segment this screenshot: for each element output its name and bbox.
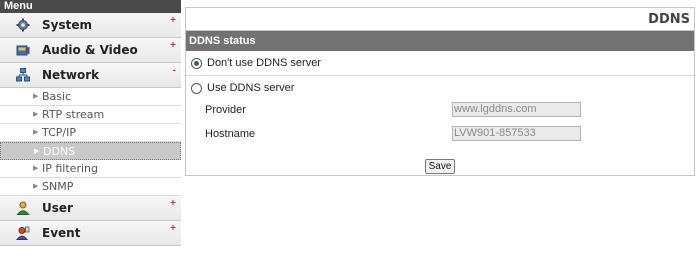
menu-label: Event	[42, 226, 81, 240]
arrow-right-icon: ▶	[33, 111, 39, 118]
submenu-label: DDNS	[43, 145, 76, 158]
submenu-item-rtp-stream[interactable]: ▶ RTP stream	[0, 106, 181, 124]
hostname-row: Hostname LVW901-857533	[186, 123, 694, 145]
radio-dont-use-ddns[interactable]	[191, 58, 202, 69]
hostname-label: Hostname	[205, 128, 256, 140]
option-row-enable: Use DDNS server	[186, 77, 694, 99]
arrow-right-icon: ▶	[33, 183, 39, 190]
menu-item-event[interactable]: Event +	[0, 221, 181, 246]
menu-label: Network	[42, 68, 100, 82]
menu-label: User	[42, 201, 73, 215]
gear-icon	[16, 18, 30, 32]
submenu-label: RTP stream	[42, 108, 105, 121]
radio-label-dont-use: Don't use DDNS server	[207, 57, 321, 69]
arrow-right-icon: ▶	[33, 165, 39, 172]
ddns-panel: DDNS status Don't use DDNS server Use DD…	[185, 30, 695, 176]
arrow-right-icon: ▶	[33, 93, 39, 100]
radio-selected-dot	[194, 61, 199, 66]
radio-label-use: Use DDNS server	[207, 82, 295, 94]
page-title-bar: DDNS	[185, 7, 695, 30]
arrow-right-icon: ▶	[33, 129, 39, 136]
submenu-label: SNMP	[42, 180, 74, 193]
submenu-item-basic[interactable]: ▶ Basic	[0, 88, 181, 106]
submenu-label: Basic	[42, 90, 72, 103]
submenu-item-tcp-ip[interactable]: ▶ TCP/IP	[0, 124, 181, 142]
menu-item-network[interactable]: Network -	[0, 63, 181, 88]
expand-sign: +	[170, 223, 176, 234]
submenu-item-ddns[interactable]: ▶ DDNS	[0, 142, 181, 160]
expand-sign: +	[170, 40, 176, 51]
section-header: DDNS status	[186, 31, 694, 51]
menu-header: Menu	[0, 0, 181, 13]
expand-sign: +	[170, 198, 176, 209]
sidebar: Menu System + Audio & Video + Network - …	[0, 0, 181, 272]
page-title: DDNS	[648, 12, 690, 27]
collapse-sign: -	[172, 65, 176, 76]
menu-item-user[interactable]: User +	[0, 196, 181, 221]
provider-field[interactable]: www.lgddns.com	[452, 102, 581, 117]
expand-sign: +	[170, 15, 176, 26]
submenu-label: IP filtering	[42, 162, 98, 175]
provider-row: Provider www.lgddns.com	[186, 99, 694, 119]
menu-label: System	[42, 18, 92, 32]
radio-use-ddns[interactable]	[191, 83, 202, 94]
event-icon	[15, 226, 30, 240]
menu-label: Audio & Video	[42, 43, 138, 57]
menu-item-audio-video[interactable]: Audio & Video +	[0, 38, 181, 63]
submenu-label: TCP/IP	[42, 126, 76, 139]
main-content: DDNS DDNS status Don't use DDNS server U…	[181, 0, 700, 272]
provider-label: Provider	[205, 104, 246, 116]
network-icon	[16, 68, 30, 82]
hostname-field[interactable]: LVW901-857533	[452, 126, 581, 141]
save-button[interactable]: Save	[425, 159, 455, 174]
menu-item-system[interactable]: System +	[0, 13, 181, 38]
video-icon	[16, 43, 30, 57]
arrow-right-icon: ▶	[34, 148, 40, 155]
option-row-disable: Don't use DDNS server	[186, 52, 694, 76]
submenu-item-ip-filtering[interactable]: ▶ IP filtering	[0, 160, 181, 178]
user-icon	[16, 201, 30, 215]
submenu-item-snmp[interactable]: ▶ SNMP	[0, 178, 181, 196]
